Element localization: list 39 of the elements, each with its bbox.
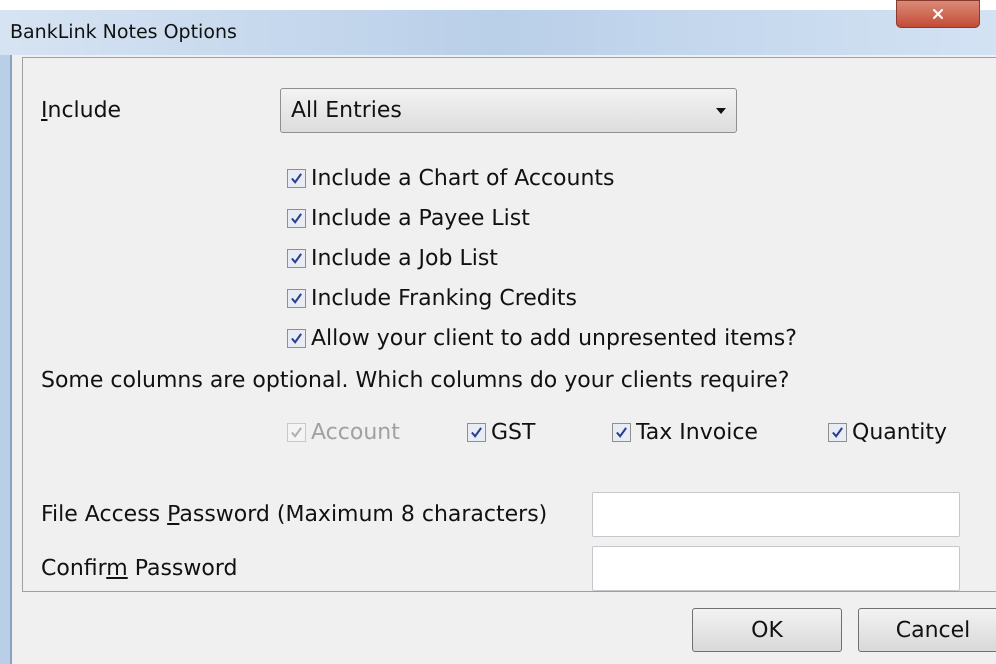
checkbox-label: Allow your client to add unpresented items? (311, 324, 797, 352)
check-icon (290, 212, 303, 224)
checkbox[interactable] (287, 208, 306, 228)
check-icon (615, 426, 628, 438)
checkbox[interactable] (467, 422, 486, 442)
dialog-button[interactable]: Cancel (858, 608, 996, 652)
password-label: File Access Password (Maximum 8 characters) (41, 501, 548, 529)
password-label: Confirm Password (41, 555, 238, 583)
checkbox[interactable] (612, 422, 631, 442)
check-icon (290, 252, 303, 264)
checkbox-label: GST (491, 418, 536, 446)
check-icon (290, 332, 303, 344)
columns-prompt: Some columns are optional. Which columns do your clients require? (41, 366, 790, 394)
include-dropdown[interactable]: All Entries (280, 88, 737, 133)
dropdown-arrow-icon (716, 108, 726, 114)
checkbox-label: Include a Chart of Accounts (311, 164, 614, 192)
close-icon (930, 6, 946, 22)
check-icon (290, 426, 303, 438)
check-icon (290, 172, 303, 184)
checkbox[interactable] (287, 328, 306, 348)
include-label: Include (41, 98, 122, 123)
check-icon (831, 426, 844, 438)
checkbox[interactable] (287, 168, 306, 188)
checkbox[interactable] (828, 422, 847, 442)
checkbox-label: Tax Invoice (636, 418, 758, 446)
checkbox-label: Include Franking Credits (311, 284, 577, 312)
checkbox[interactable] (287, 248, 306, 268)
password-field[interactable] (592, 492, 960, 537)
window-title: BankLink Notes Options (10, 20, 237, 46)
checkbox-label: Include a Payee List (311, 204, 530, 232)
check-icon (290, 292, 303, 304)
password-field[interactable] (592, 546, 960, 591)
close-button[interactable] (896, 0, 980, 28)
checkbox[interactable] (287, 288, 306, 308)
dialog-button[interactable]: OK (692, 608, 842, 652)
checkbox-label: Include a Job List (311, 244, 498, 272)
checkbox-label: Account (311, 418, 400, 446)
check-icon (470, 426, 483, 438)
checkbox-label: Quantity (852, 418, 948, 446)
